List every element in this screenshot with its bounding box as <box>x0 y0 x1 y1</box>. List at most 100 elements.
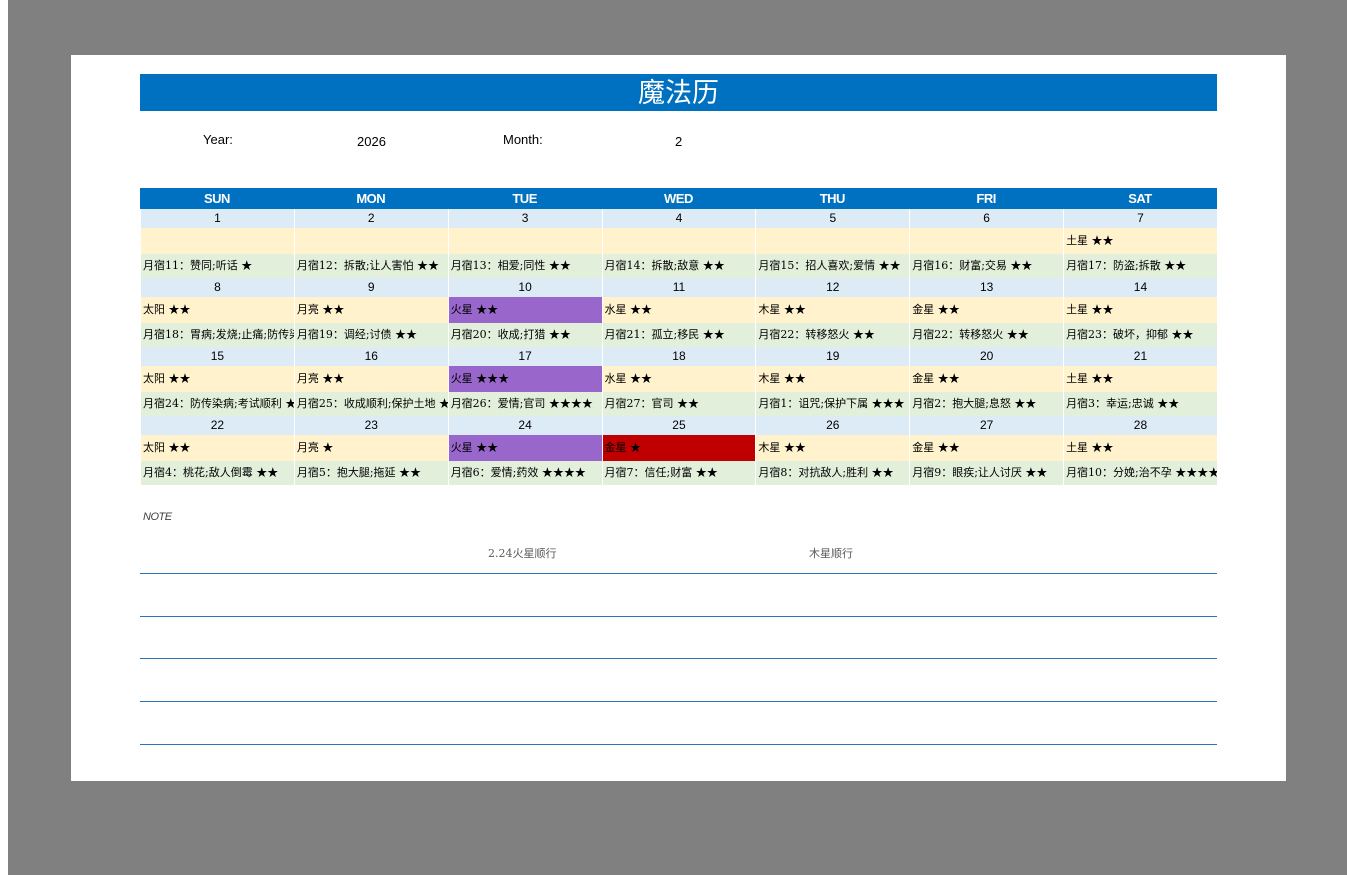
planet-cell[interactable]: 水星 ★★ <box>601 366 756 392</box>
date-row: 1 2 3 4 5 6 7 <box>140 209 1217 228</box>
date-cell[interactable]: 23 <box>293 416 448 435</box>
planet-cell[interactable]: 水星 ★★ <box>601 297 756 323</box>
date-cell[interactable]: 8 <box>140 278 294 297</box>
date-cell[interactable]: 15 <box>140 347 294 366</box>
date-cell[interactable]: 11 <box>601 278 756 297</box>
mansion-cell[interactable]: 月宿7：信任;财富 ★★ <box>601 461 756 485</box>
date-cell[interactable]: 7 <box>1063 209 1217 228</box>
planet-cell[interactable]: 金星 ★★ <box>909 435 1064 461</box>
mansion-cell[interactable]: 月宿11：赞同;听话 ★ <box>140 254 294 278</box>
planet-cell[interactable] <box>447 228 602 254</box>
date-cell[interactable]: 2 <box>293 209 448 228</box>
date-cell[interactable]: 10 <box>447 278 602 297</box>
mansion-cell[interactable]: 月宿23：破坏，抑郁 ★★ <box>1063 323 1217 347</box>
date-cell[interactable]: 16 <box>293 347 448 366</box>
date-cell[interactable]: 28 <box>1063 416 1217 435</box>
planet-cell[interactable]: 土星 ★★ <box>1063 435 1217 461</box>
year-value[interactable]: 2026 <box>357 134 386 149</box>
planet-cell[interactable]: 太阳 ★★ <box>140 435 294 461</box>
mansion-cell[interactable]: 月宿21：孤立;移民 ★★ <box>601 323 756 347</box>
planet-cell[interactable]: 土星 ★★ <box>1063 228 1217 254</box>
planet-cell[interactable] <box>755 228 910 254</box>
date-cell[interactable]: 1 <box>140 209 294 228</box>
planet-cell[interactable]: 金星 ★★ <box>909 366 1064 392</box>
mansion-cell[interactable]: 月宿22：转移怒火 ★★ <box>755 323 910 347</box>
mansion-cell[interactable]: 月宿15：招人喜欢;爱情 ★★ <box>755 254 910 278</box>
mansion-cell[interactable]: 月宿3：幸运;忠诚 ★★ <box>1063 392 1217 416</box>
week-row: 8 9 10 11 12 13 14 太阳 ★★ 月亮 ★★ 火星 ★★ 水星 … <box>140 278 1217 347</box>
date-cell[interactable]: 13 <box>909 278 1064 297</box>
planet-cell[interactable]: 土星 ★★ <box>1063 297 1217 323</box>
lunar-mansion-row: 月宿24：防传染病;考试顺利 ★★ 月宿25：收成顺利;保护土地 ★★ 月宿26… <box>140 392 1217 416</box>
planet-cell[interactable]: 月亮 ★ <box>293 435 448 461</box>
mansion-cell[interactable]: 月宿26：爱情;官司 ★★★★ <box>447 392 602 416</box>
note-line <box>140 573 1217 574</box>
note-item[interactable]: 木星顺行 <box>809 545 853 561</box>
planet-cell[interactable]: 金星 ★★ <box>909 297 1064 323</box>
mansion-cell[interactable]: 月宿13：相爱;同性 ★★ <box>447 254 602 278</box>
mansion-cell[interactable]: 月宿2：抱大腿;息怒 ★★ <box>909 392 1064 416</box>
planet-cell[interactable] <box>293 228 448 254</box>
weekday-sun: SUN <box>203 191 230 206</box>
date-cell[interactable]: 19 <box>755 347 910 366</box>
planet-cell[interactable]: 木星 ★★ <box>755 435 910 461</box>
date-cell[interactable]: 14 <box>1063 278 1217 297</box>
planet-cell[interactable]: 月亮 ★★ <box>293 366 448 392</box>
date-cell[interactable]: 6 <box>909 209 1064 228</box>
week-row: 22 23 24 25 26 27 28 太阳 ★★ 月亮 ★ 火星 ★★ 金星… <box>140 416 1217 485</box>
planet-cell[interactable]: 太阳 ★★ <box>140 297 294 323</box>
planet-cell[interactable] <box>909 228 1064 254</box>
mansion-cell[interactable]: 月宿14：拆散;敌意 ★★ <box>601 254 756 278</box>
mansion-cell[interactable]: 月宿1：诅咒;保护下属 ★★★ <box>755 392 910 416</box>
mansion-cell[interactable]: 月宿12：拆散;让人害怕 ★★ <box>293 254 448 278</box>
mansion-cell[interactable]: 月宿18：胃病;发烧;止痛;防传染 <box>140 323 294 347</box>
mansion-cell[interactable]: 月宿16：财富;交易 ★★ <box>909 254 1064 278</box>
mansion-cell[interactable]: 月宿20：收成;打猎 ★★ <box>447 323 602 347</box>
date-cell[interactable]: 25 <box>601 416 756 435</box>
mansion-cell[interactable]: 月宿8：对抗敌人;胜利 ★★ <box>755 461 910 485</box>
date-cell[interactable]: 20 <box>909 347 1064 366</box>
planet-cell[interactable] <box>601 228 756 254</box>
week-row: 15 16 17 18 19 20 21 太阳 ★★ 月亮 ★★ 火星 ★★★ … <box>140 347 1217 416</box>
mansion-cell[interactable]: 月宿5：抱大腿;拖延 ★★ <box>293 461 448 485</box>
planet-cell[interactable] <box>140 228 294 254</box>
mansion-cell[interactable]: 月宿6：爱情;药效 ★★★★ <box>447 461 602 485</box>
date-cell[interactable]: 18 <box>601 347 756 366</box>
date-cell[interactable]: 26 <box>755 416 910 435</box>
planet-cell-venus-highlight[interactable]: 金星 ★ <box>601 435 756 461</box>
planet-cell[interactable]: 土星 ★★ <box>1063 366 1217 392</box>
date-cell[interactable]: 3 <box>447 209 602 228</box>
date-cell[interactable]: 22 <box>140 416 294 435</box>
planet-row: 太阳 ★★ 月亮 ★★ 火星 ★★★ 水星 ★★ 木星 ★★ 金星 ★★ 土星 … <box>140 366 1217 392</box>
date-cell[interactable]: 17 <box>447 347 602 366</box>
lunar-mansion-row: 月宿18：胃病;发烧;止痛;防传染 月宿19：调经;讨债 ★★ 月宿20：收成;… <box>140 323 1217 347</box>
planet-cell[interactable]: 太阳 ★★ <box>140 366 294 392</box>
date-cell[interactable]: 27 <box>909 416 1064 435</box>
date-cell[interactable]: 9 <box>293 278 448 297</box>
note-item[interactable]: 2.24火星顺行 <box>488 545 557 561</box>
mansion-cell[interactable]: 月宿9：眼疾;让人讨厌 ★★ <box>909 461 1064 485</box>
planet-cell-mars-highlight[interactable]: 火星 ★★★ <box>447 366 602 392</box>
planet-cell[interactable]: 木星 ★★ <box>755 366 910 392</box>
date-cell[interactable]: 24 <box>447 416 602 435</box>
planet-cell-mars-highlight[interactable]: 火星 ★★ <box>447 435 602 461</box>
mansion-cell[interactable]: 月宿4：桃花;敌人倒霉 ★★ <box>140 461 294 485</box>
month-value[interactable]: 2 <box>675 134 682 149</box>
weekday-wed: WED <box>664 191 693 206</box>
mansion-cell[interactable]: 月宿25：收成顺利;保护土地 ★★ <box>293 392 448 416</box>
mansion-cell[interactable]: 月宿22：转移怒火 ★★ <box>909 323 1064 347</box>
date-cell[interactable]: 21 <box>1063 347 1217 366</box>
date-row: 15 16 17 18 19 20 21 <box>140 347 1217 366</box>
lunar-mansion-row: 月宿11：赞同;听话 ★ 月宿12：拆散;让人害怕 ★★ 月宿13：相爱;同性 … <box>140 254 1217 278</box>
date-cell[interactable]: 12 <box>755 278 910 297</box>
date-cell[interactable]: 4 <box>601 209 756 228</box>
planet-cell-mars-highlight[interactable]: 火星 ★★ <box>447 297 602 323</box>
mansion-cell[interactable]: 月宿10：分娩;治不孕 ★★★★ <box>1063 461 1217 485</box>
date-cell[interactable]: 5 <box>755 209 910 228</box>
planet-cell[interactable]: 月亮 ★★ <box>293 297 448 323</box>
mansion-cell[interactable]: 月宿17：防盗;拆散 ★★ <box>1063 254 1217 278</box>
mansion-cell[interactable]: 月宿27：官司 ★★ <box>601 392 756 416</box>
mansion-cell[interactable]: 月宿19：调经;讨债 ★★ <box>293 323 448 347</box>
mansion-cell[interactable]: 月宿24：防传染病;考试顺利 ★★ <box>140 392 294 416</box>
planet-cell[interactable]: 木星 ★★ <box>755 297 910 323</box>
